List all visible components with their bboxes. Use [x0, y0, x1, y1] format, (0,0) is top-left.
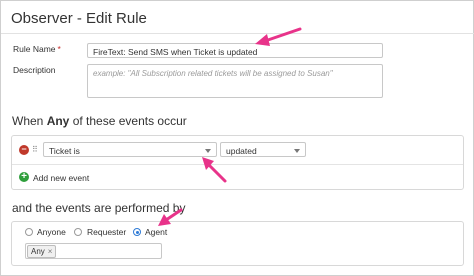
annotation-arrow-icon — [255, 27, 302, 46]
events-heading-pre: When — [12, 114, 47, 128]
rule-name-label: Rule Name * — [13, 44, 61, 54]
performer-tag-label: Any — [31, 247, 45, 256]
tag-remove-icon[interactable]: × — [48, 247, 53, 256]
description-textarea[interactable]: example: "All Subscription related ticke… — [87, 64, 383, 98]
event-field-select[interactable]: Ticket is — [43, 142, 217, 157]
event-value-text: updated — [226, 146, 257, 156]
radio-agent[interactable] — [133, 228, 141, 236]
events-panel-divider — [12, 164, 463, 165]
drag-handle-icon[interactable]: ⠿ — [32, 145, 40, 155]
add-new-event-link[interactable]: Add new event — [33, 173, 89, 183]
rule-name-input[interactable]: FireText: Send SMS when Ticket is update… — [87, 43, 383, 58]
caret-down-icon — [294, 149, 300, 153]
radio-anyone[interactable] — [25, 228, 33, 236]
radio-requester-label[interactable]: Requester — [87, 227, 126, 237]
minus-circle-icon[interactable]: − — [19, 145, 29, 155]
rule-name-label-text: Rule Name — [13, 44, 56, 54]
page-title: Observer - Edit Rule — [11, 10, 147, 27]
events-heading-post: of these events occur — [69, 114, 187, 128]
plus-circle-icon[interactable]: + — [19, 172, 29, 182]
description-label: Description — [13, 65, 56, 75]
annotation-arrow-icon — [202, 157, 227, 183]
annotation-arrow-icon — [158, 208, 183, 226]
event-value-select[interactable]: updated — [220, 142, 306, 157]
radio-requester[interactable] — [74, 228, 82, 236]
events-heading: When Any of these events occur — [12, 114, 187, 128]
events-heading-bold: Any — [46, 114, 70, 128]
title-divider — [1, 33, 474, 34]
performer-tag: Any × — [27, 245, 57, 258]
radio-anyone-label[interactable]: Anyone — [37, 227, 66, 237]
event-field-value: Ticket is — [49, 146, 80, 156]
edit-rule-window: Observer - Edit Rule Rule Name * FireText… — [0, 0, 474, 276]
required-mark: * — [57, 44, 61, 54]
